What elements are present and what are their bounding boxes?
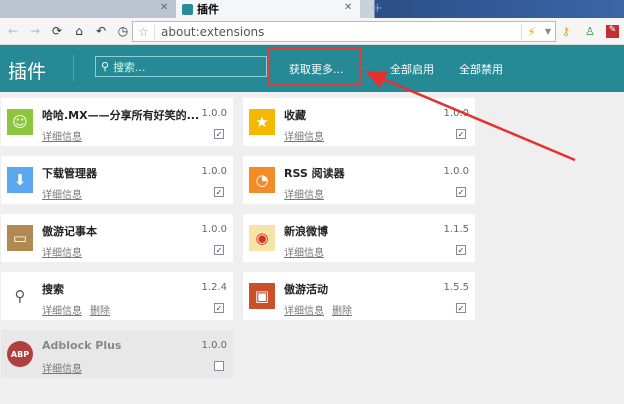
- annotation-arrow: [364, 71, 576, 162]
